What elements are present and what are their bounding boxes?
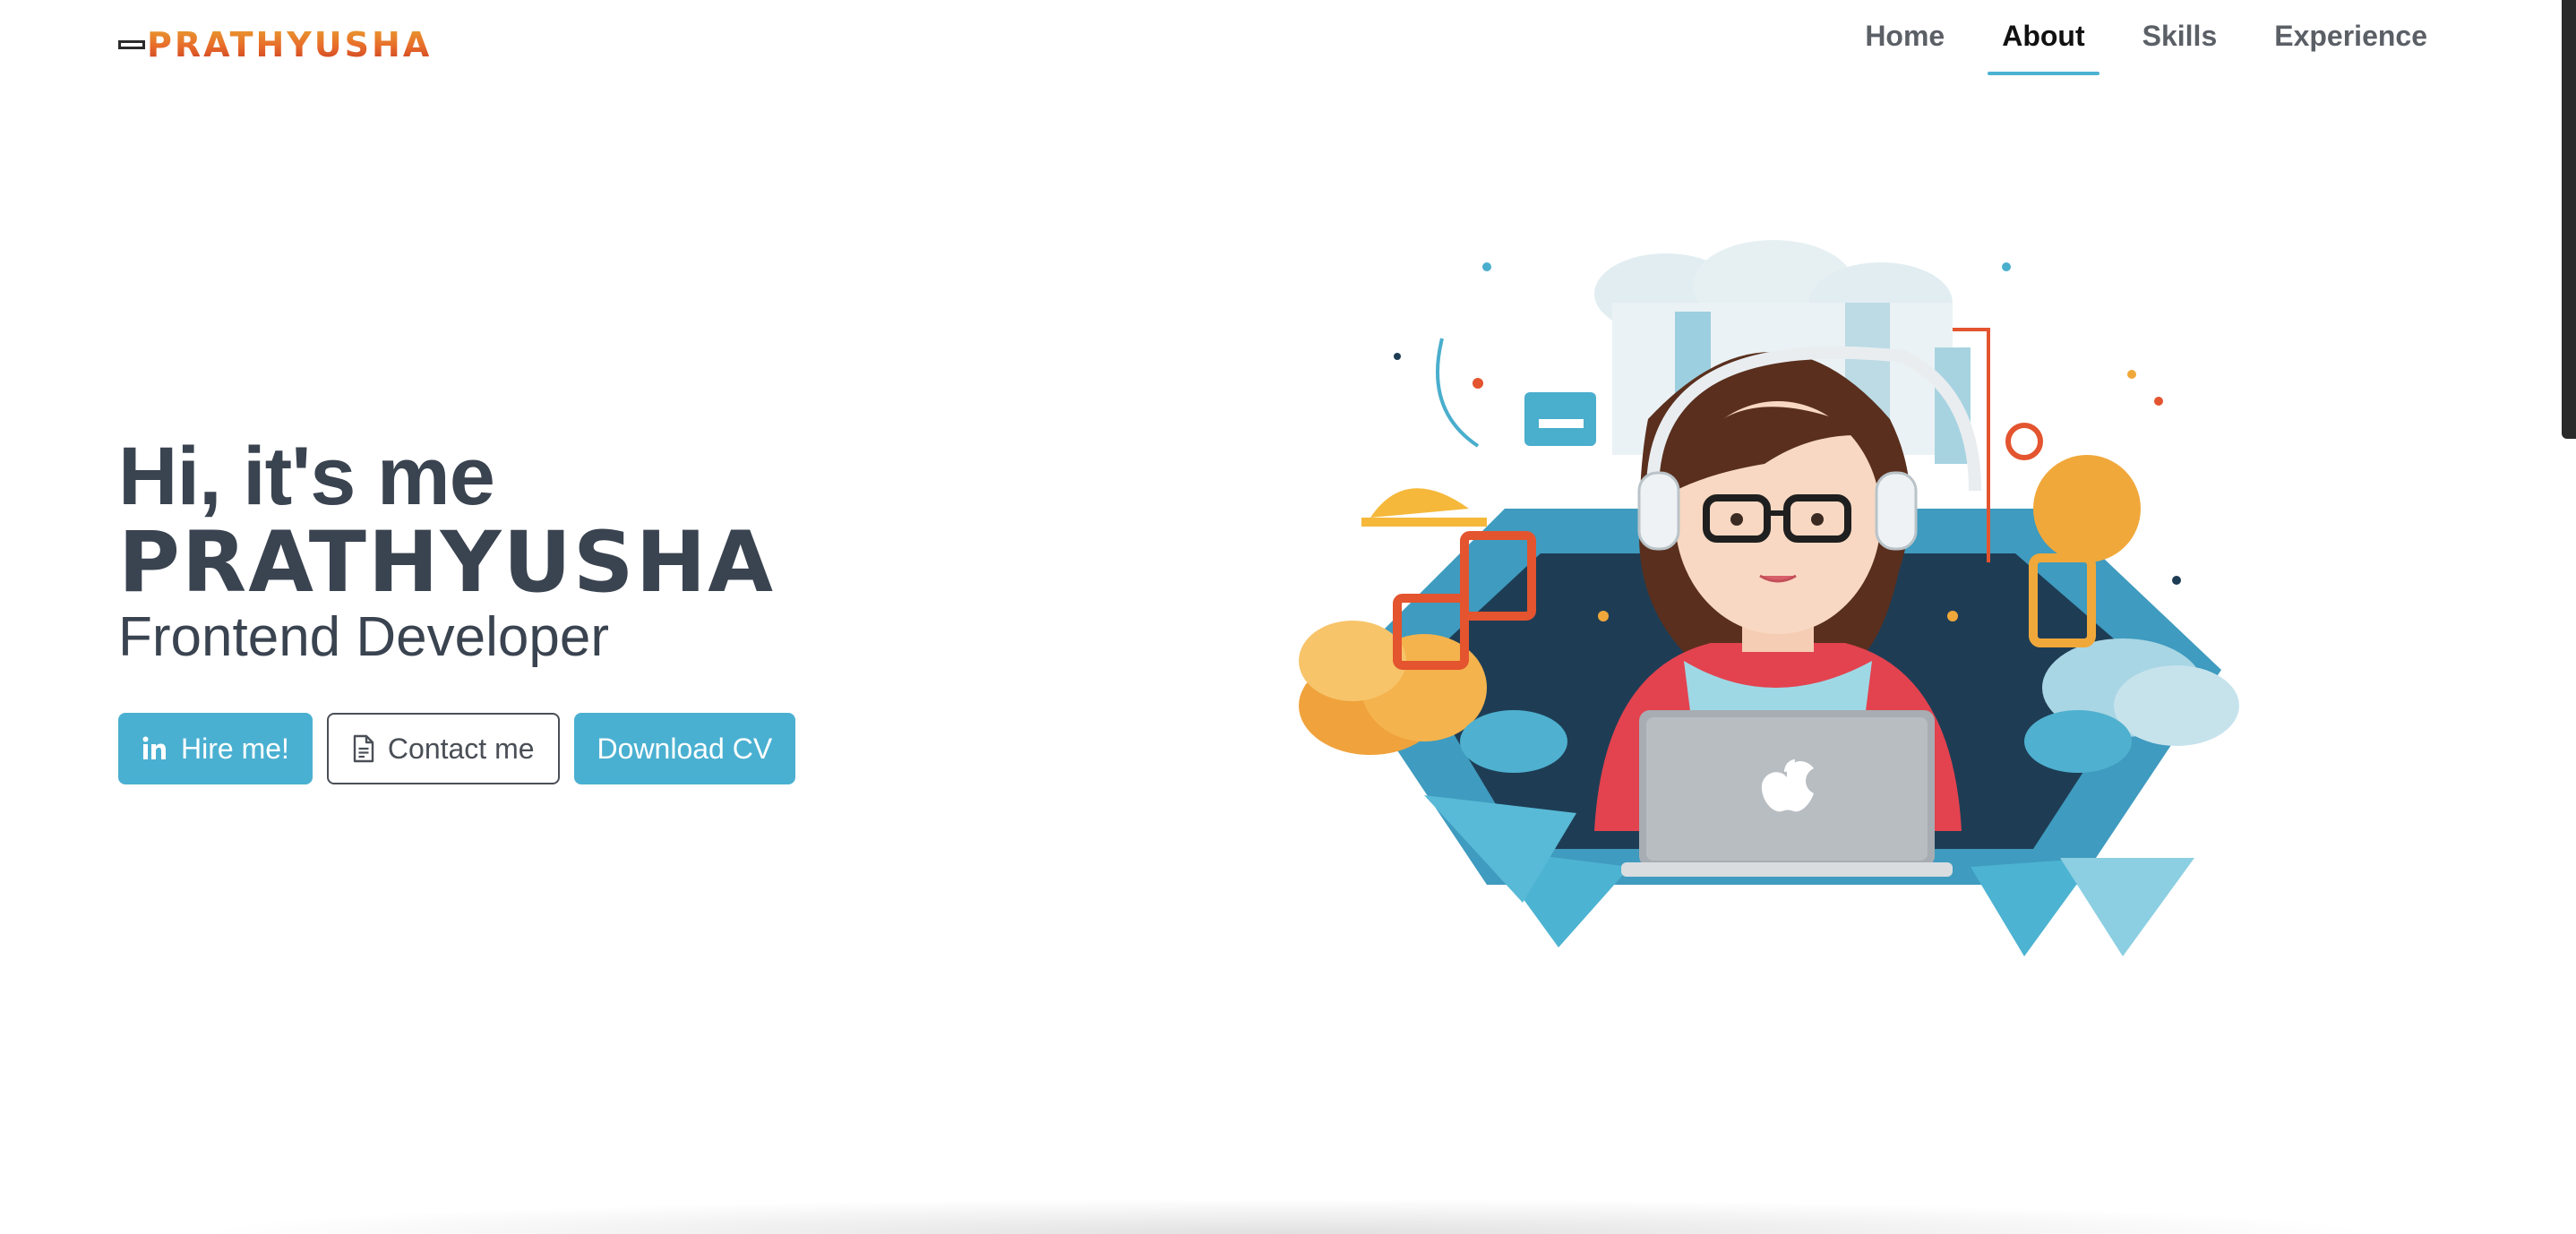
nav-item-about[interactable]: About (1988, 0, 2100, 75)
site-logo[interactable]: PRATHYUSHA (118, 25, 432, 64)
hero-greeting: Hi, it's me (118, 431, 495, 522)
nav-item-skills[interactable]: Skills (2128, 0, 2232, 75)
portfolio-page: PRATHYUSHA Home About Skills Experience … (0, 0, 2576, 1234)
nav-item-experience[interactable]: Experience (2260, 0, 2442, 75)
section-divider-shadow (188, 1198, 2388, 1234)
download-cv-label: Download CV (597, 732, 773, 765)
download-cv-button[interactable]: Download CV (573, 713, 796, 784)
hero-name: PRATHYUSHA (118, 514, 776, 612)
hero-role: Frontend Developer (118, 606, 609, 668)
logo-text: PRATHYUSHA (147, 25, 433, 64)
hero-buttons: Hire me! Contact me Download CV (118, 713, 810, 784)
main-nav: Home About Skills Experience (1822, 0, 2442, 75)
document-icon (352, 734, 375, 763)
page-scrollbar[interactable] (2562, 0, 2576, 439)
hire-me-label: Hire me! (181, 732, 289, 765)
hero-section: Hi, it's me PRATHYUSHA Frontend Develope… (118, 433, 810, 784)
nav-item-home[interactable]: Home (1850, 0, 1959, 75)
linkedin-icon (142, 735, 168, 762)
hero-illustration (1290, 240, 2266, 974)
logo-bar-mark (118, 40, 145, 49)
hire-me-button[interactable]: Hire me! (118, 713, 313, 784)
contact-me-label: Contact me (387, 732, 535, 765)
contact-me-button[interactable]: Contact me (326, 713, 560, 784)
